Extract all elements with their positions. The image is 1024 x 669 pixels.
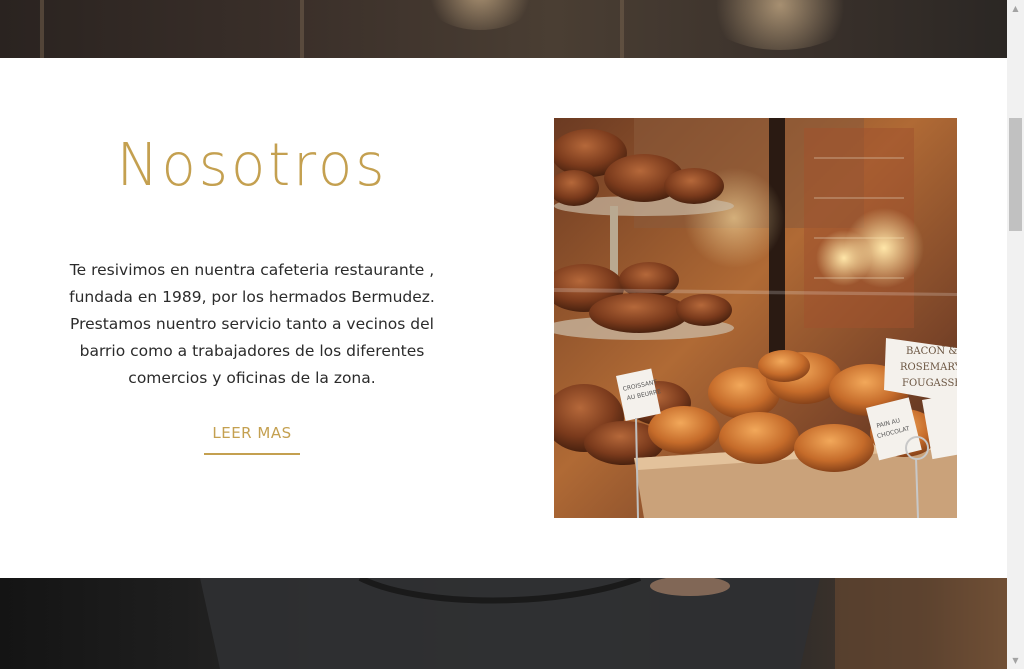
scroll-thumb[interactable]: [1009, 118, 1022, 231]
about-description: Te resivimos en nuentra cafeteria restau…: [69, 261, 435, 387]
about-section: Nosotros Te resivimos en nuentra cafeter…: [0, 58, 1007, 578]
svg-text:ROSEMARY: ROSEMARY: [900, 362, 957, 373]
pastry-display-photo: BACON & ROSEMARY FOUGASSE CROISSANT AU B…: [554, 118, 957, 518]
svg-text:BACON &: BACON &: [906, 346, 957, 357]
hero-image-bottom-edge: [0, 0, 1007, 58]
section-title: Nosotros: [116, 131, 388, 200]
scroll-down-icon[interactable]: ▼: [1007, 652, 1024, 669]
svg-text:FOUGASSE: FOUGASSE: [902, 378, 957, 389]
read-more-button[interactable]: LEER MAS: [204, 421, 300, 455]
vertical-scrollbar[interactable]: ▲ ▼: [1007, 0, 1024, 669]
next-section-image-top-edge: [0, 578, 1007, 669]
scroll-up-icon[interactable]: ▲: [1007, 0, 1024, 17]
